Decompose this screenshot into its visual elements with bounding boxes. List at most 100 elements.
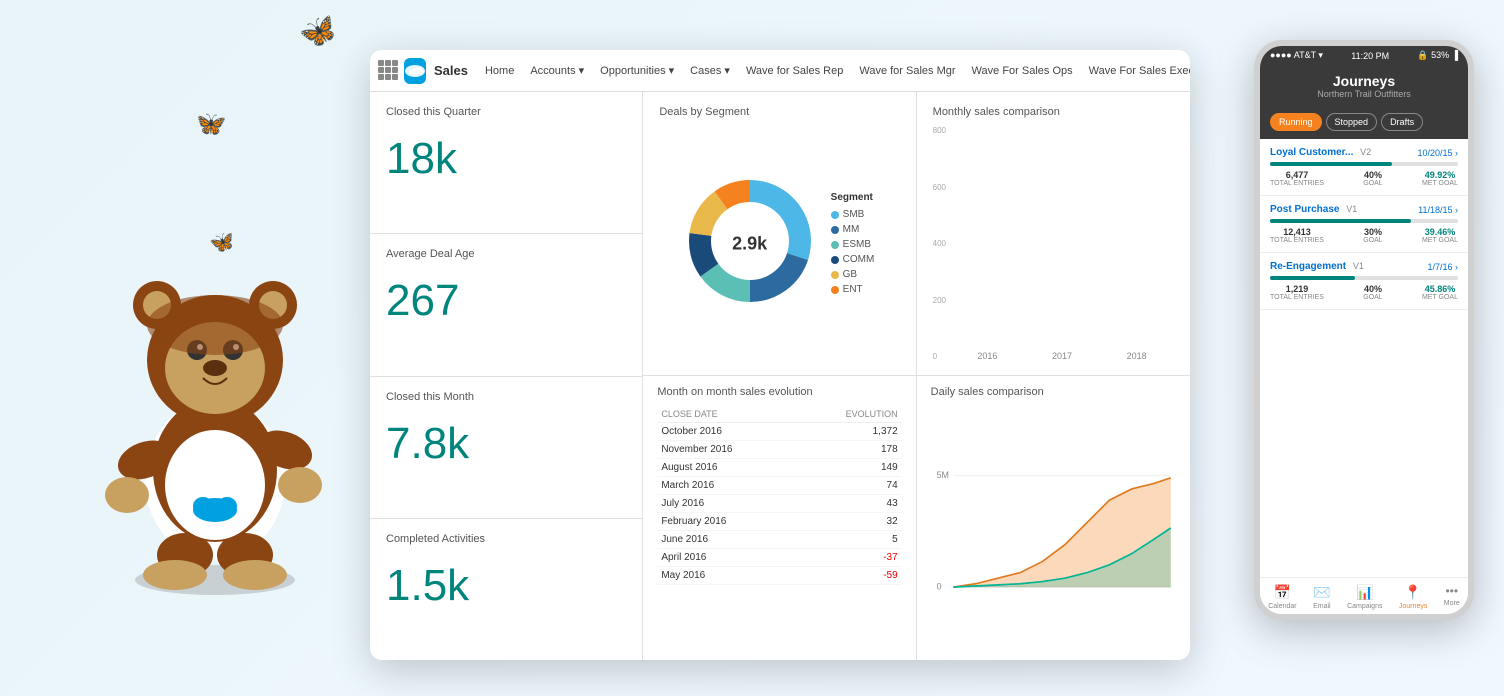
bar-label-2016: 2016 <box>977 351 997 361</box>
campaigns-icon: 📊 <box>1356 584 1373 601</box>
nav-wave-rep[interactable]: Wave for Sales Rep <box>739 61 850 81</box>
nav-items: Home Accounts ▾ Opportunities ▾ Cases ▾ … <box>478 59 1190 82</box>
nav-accounts[interactable]: Accounts ▾ <box>523 60 591 81</box>
tab-stopped[interactable]: Stopped <box>1326 113 1378 131</box>
donut-chart: 2.9k <box>685 176 815 311</box>
tab-drafts[interactable]: Drafts <box>1381 113 1423 131</box>
nav-email[interactable]: ✉️ Email <box>1313 584 1331 610</box>
loyal-met-goal: 49.92% <box>1422 170 1458 180</box>
phone-bottom-nav: 📅 Calendar ✉️ Email 📊 Campaigns 📍 Journe… <box>1260 577 1468 614</box>
deals-by-segment-card: Deals by Segment <box>643 92 916 376</box>
journey-loyal-date: 10/20/15 › <box>1417 148 1458 158</box>
legend-mm: MM <box>843 224 860 235</box>
loyal-met-goal-label: MET GOAL <box>1422 180 1458 187</box>
nav-wave-exec[interactable]: Wave For Sales Exec <box>1082 61 1190 81</box>
journey-post-date: 11/18/15 › <box>1418 205 1458 215</box>
table-date-cell: May 2016 <box>657 567 796 585</box>
phone-battery: 🔒 53% ▐ <box>1417 50 1458 61</box>
table-row: May 2016-59 <box>657 567 901 585</box>
area-chart-title: Daily sales comparison <box>931 386 1176 398</box>
nav-journeys[interactable]: 📍 Journeys <box>1399 584 1427 610</box>
y-label-0: 0 <box>936 581 941 591</box>
col1-header: CLOSE DATE <box>657 406 796 423</box>
journey-re-version: V1 <box>1353 261 1364 271</box>
closed-quarter-card: Closed this Quarter 18k <box>370 92 642 234</box>
nav-wave-ops[interactable]: Wave For Sales Ops <box>965 61 1080 81</box>
nav-more-phone[interactable]: ••• More <box>1444 584 1460 610</box>
table-row: February 201632 <box>657 513 901 531</box>
completed-value: 1.5k <box>386 561 626 611</box>
bar-chart-title: Monthly sales comparison <box>933 106 1174 118</box>
journey-loyal-progress <box>1270 162 1392 166</box>
table-value-cell: 74 <box>796 477 901 495</box>
completed-activities-card: Completed Activities 1.5k <box>370 519 642 660</box>
nav-cases[interactable]: Cases ▾ <box>683 60 737 81</box>
journey-re-stats: 1,219 TOTAL ENTRIES 40% GOAL 45.86% MET … <box>1270 284 1458 301</box>
y-label-5m: 5M <box>936 470 948 480</box>
app-launcher-icon[interactable] <box>378 60 398 82</box>
area-chart-card: Daily sales comparison 5M 0 <box>917 376 1190 660</box>
re-goal-label: GOAL <box>1363 294 1382 301</box>
col2-header: EVOLUTION <box>796 406 901 423</box>
avg-deal-card: Average Deal Age 267 <box>370 234 642 376</box>
journey-post-progress <box>1270 219 1411 223</box>
nav-calendar[interactable]: 📅 Calendar <box>1268 584 1296 610</box>
nav-opportunities[interactable]: Opportunities ▾ <box>593 60 681 81</box>
closed-month-label: Closed this Month <box>386 391 626 403</box>
table-row: June 20165 <box>657 531 901 549</box>
email-icon: ✉️ <box>1313 584 1330 601</box>
nav-home[interactable]: Home <box>478 61 521 81</box>
legend-ent: ENT <box>843 284 863 295</box>
journey-post-version: V1 <box>1346 204 1357 214</box>
table-title: Month on month sales evolution <box>657 386 901 398</box>
loyal-entries-label: TOTAL ENTRIES <box>1270 180 1324 187</box>
phone-status-bar: ●●●● AT&T ▾ 11:20 PM 🔒 53% ▐ <box>1260 46 1468 65</box>
table-row: April 2016-37 <box>657 549 901 567</box>
tab-running[interactable]: Running <box>1270 113 1322 131</box>
journey-post-stats: 12,413 TOTAL ENTRIES 30% GOAL 39.46% MET… <box>1270 227 1458 244</box>
nav-bar: Sales Home Accounts ▾ Opportunities ▾ Ca… <box>370 50 1190 92</box>
table-date-cell: July 2016 <box>657 495 796 513</box>
y-0: 0 <box>933 352 946 361</box>
post-met-goal: 39.46% <box>1422 227 1458 237</box>
phone-subtitle: Northern Trail Outfitters <box>1270 89 1458 99</box>
journey-post-title: Post Purchase <box>1270 204 1339 215</box>
journey-reengagement[interactable]: Re-Engagement V1 1/7/16 › 1,219 TOTAL EN… <box>1260 253 1468 310</box>
nav-email-label: Email <box>1313 603 1331 610</box>
phone-header: Journeys Northern Trail Outfitters <box>1260 65 1468 107</box>
donut-center: 2.9k <box>732 233 767 254</box>
journey-loyal[interactable]: Loyal Customer... V2 10/20/15 › 6,477 TO… <box>1260 139 1468 196</box>
journey-re-title: Re-Engagement <box>1270 261 1346 272</box>
donut-legend: Segment SMB MM ESMB COMM GB ENT <box>831 192 875 295</box>
y-axis: 800 600 400 200 0 <box>933 126 950 361</box>
nav-wave-mgr[interactable]: Wave for Sales Mgr <box>852 61 962 81</box>
table-value-cell: 5 <box>796 531 901 549</box>
table-value-cell: -59 <box>796 567 901 585</box>
post-entries-label: TOTAL ENTRIES <box>1270 237 1324 244</box>
table-value-cell: -37 <box>796 549 901 567</box>
table-value-cell: 149 <box>796 459 901 477</box>
phone-content: Loyal Customer... V2 10/20/15 › 6,477 TO… <box>1260 139 1468 577</box>
loyal-goal-label: GOAL <box>1363 180 1382 187</box>
nav-campaigns[interactable]: 📊 Campaigns <box>1347 584 1382 610</box>
closed-quarter-value: 18k <box>386 134 626 184</box>
nav-journeys-label: Journeys <box>1399 603 1427 610</box>
app-name: Sales <box>434 63 468 78</box>
phone-app-title: Journeys <box>1270 73 1458 89</box>
table-date-cell: October 2016 <box>657 423 796 441</box>
phone-carrier: ●●●● AT&T ▾ <box>1270 50 1323 61</box>
table-row: October 20161,372 <box>657 423 901 441</box>
mobile-phone: ●●●● AT&T ▾ 11:20 PM 🔒 53% ▐ Journeys No… <box>1254 40 1474 620</box>
table-date-cell: February 2016 <box>657 513 796 531</box>
bars-area <box>950 126 1174 347</box>
table-date-cell: March 2016 <box>657 477 796 495</box>
journeys-icon: 📍 <box>1404 584 1421 601</box>
more-icon: ••• <box>1445 584 1458 598</box>
closed-month-value: 7.8k <box>386 419 626 469</box>
post-entries: 12,413 <box>1270 227 1324 237</box>
bar-label-2018: 2018 <box>1127 351 1147 361</box>
loyal-goal: 40% <box>1363 170 1382 180</box>
table-date-cell: August 2016 <box>657 459 796 477</box>
journey-post[interactable]: Post Purchase V1 11/18/15 › 12,413 TOTAL… <box>1260 196 1468 253</box>
post-met-goal-label: MET GOAL <box>1422 237 1458 244</box>
